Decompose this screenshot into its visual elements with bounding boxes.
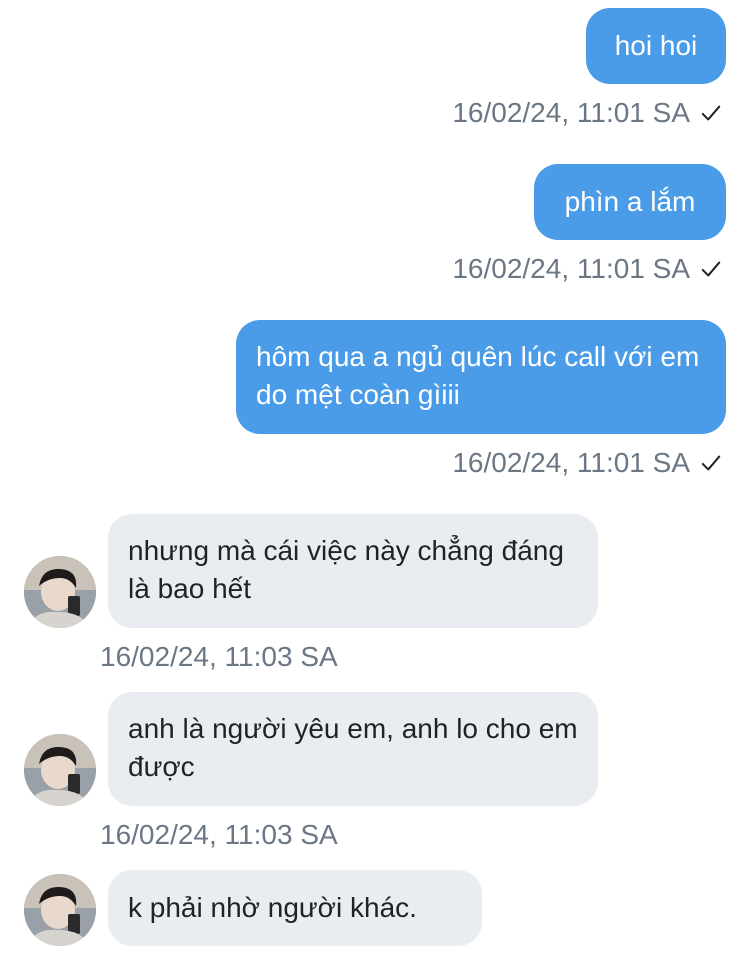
contact-avatar[interactable]: [24, 556, 96, 628]
message-text: hôm qua a ngủ quên lúc call với em do mệ…: [256, 341, 700, 410]
sent-message-bubble[interactable]: phìn a lắm: [534, 164, 726, 240]
message-text: phìn a lắm: [564, 186, 696, 217]
avatar-photo-icon: [24, 556, 96, 628]
contact-avatar[interactable]: [24, 874, 96, 946]
sent-message-bubble[interactable]: hôm qua a ngủ quên lúc call với em do mệ…: [236, 320, 726, 434]
message-text: k phải nhờ người khác.: [128, 892, 417, 923]
sent-check-icon: [701, 455, 721, 471]
message-timestamp: 16/02/24, 11:01 SA: [452, 96, 722, 130]
received-message-bubble[interactable]: nhưng mà cái việc này chẳng đáng là bao …: [108, 514, 598, 628]
message-text: nhưng mà cái việc này chẳng đáng là bao …: [128, 535, 564, 604]
message-timestamp: 16/02/24, 11:03 SA: [100, 819, 338, 850]
contact-avatar[interactable]: [24, 734, 96, 806]
sent-check-icon: [701, 261, 721, 277]
message-text: anh là người yêu em, anh lo cho em được: [128, 713, 578, 782]
avatar-photo-icon: [24, 734, 96, 806]
avatar-photo-icon: [24, 874, 96, 946]
received-message-bubble[interactable]: k phải nhờ người khác.: [108, 870, 482, 946]
message-timestamp: 16/02/24, 11:01 SA: [452, 252, 722, 286]
message-timestamp: 16/02/24, 11:03 SA: [100, 641, 338, 672]
received-message-bubble[interactable]: anh là người yêu em, anh lo cho em được: [108, 692, 598, 806]
sent-message-bubble[interactable]: hoi hoi: [586, 8, 726, 84]
sent-check-icon: [701, 105, 721, 121]
message-text: hoi hoi: [614, 30, 698, 61]
message-timestamp: 16/02/24, 11:01 SA: [452, 446, 722, 480]
